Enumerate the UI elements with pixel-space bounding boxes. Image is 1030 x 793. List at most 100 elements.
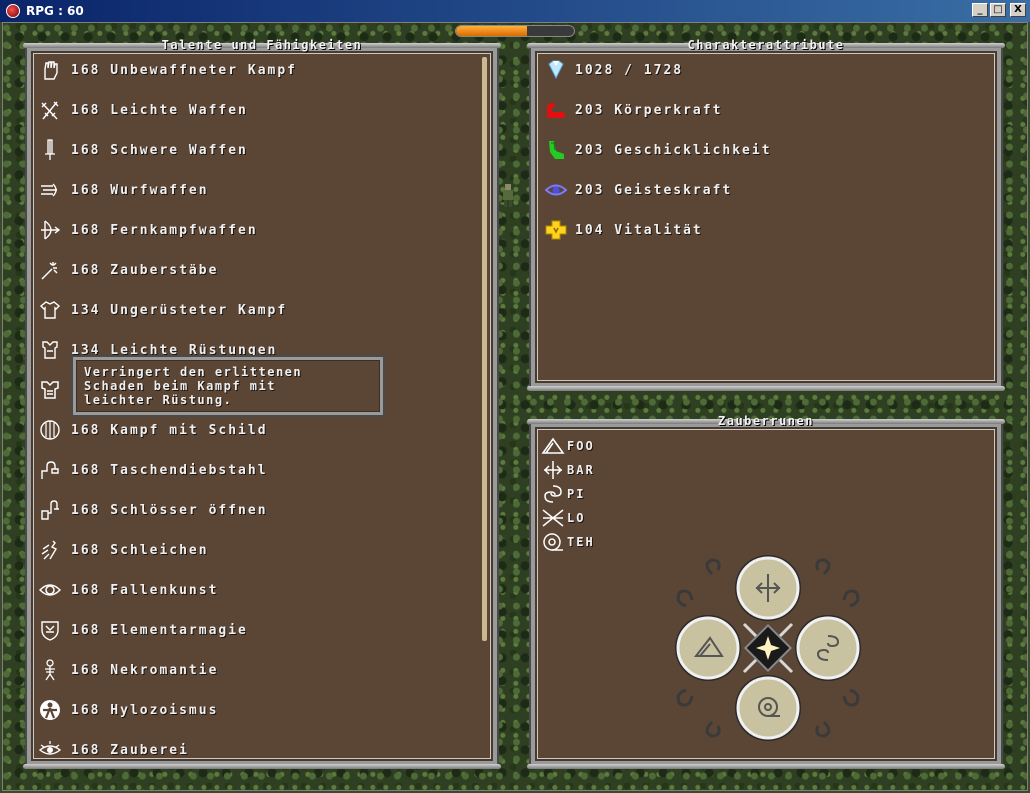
talent-row[interactable]: 168 Taschendiebstahl <box>37 459 268 481</box>
window-controls: _ □ X <box>972 3 1026 17</box>
talent-label: 168 Fallenkunst <box>71 582 219 598</box>
talent-row[interactable]: 168 Schwere Waffen <box>37 139 248 161</box>
attributes-panel: Charakterattribute 1028 / 1728 203 Körpe… <box>527 38 1005 391</box>
shirt-icon <box>37 299 63 321</box>
close-button[interactable]: X <box>1010 3 1026 17</box>
mind-eye-icon <box>545 184 567 196</box>
attribute-row-health[interactable]: 1028 / 1728 <box>545 59 683 81</box>
attribute-label: 203 Geschicklichkeit <box>575 142 772 158</box>
hand-icon <box>37 459 63 481</box>
rune-label: TEH <box>567 535 595 549</box>
talent-row[interactable]: 168 Unbewaffneter Kampf <box>37 59 297 81</box>
rune-row-lo[interactable]: LO <box>541 508 585 528</box>
rune-row-teh[interactable]: TEH <box>541 532 595 552</box>
rune-label: LO <box>567 511 586 525</box>
vitality-cross-icon <box>545 220 567 240</box>
heavy-armor-icon <box>37 379 63 401</box>
talent-row[interactable]: 168 Schlösser öffnen <box>37 499 268 521</box>
talent-row[interactable]: 168 Kampf mit Schild <box>37 419 268 441</box>
talent-label: 168 Zauberei <box>71 742 189 758</box>
rune-label: FOO <box>567 439 595 453</box>
lock-icon <box>37 499 63 521</box>
talent-label: 168 Zauberstäbe <box>71 262 219 278</box>
attribute-row-vitality[interactable]: 104 Vitalität <box>545 219 703 241</box>
attribute-row-mind[interactable]: 203 Geisteskraft <box>545 179 732 201</box>
runes-panel: Zauberrunen FOO BAR PI LO TEH <box>527 414 1005 769</box>
window-title: RPG : 60 <box>26 4 84 18</box>
sorcery-eye-icon <box>37 739 63 761</box>
rune-row-bar[interactable]: BAR <box>541 460 595 480</box>
talents-scrollbar[interactable] <box>482 57 487 641</box>
talent-row[interactable]: 168 Leichte Waffen <box>37 99 248 121</box>
rune-cross-icon <box>542 509 564 527</box>
rune-label: BAR <box>567 463 595 477</box>
tooltip-line: leichter Rüstung. <box>84 393 233 407</box>
rune-circle-icon <box>543 533 563 551</box>
attribute-row-strength[interactable]: 203 Körperkraft <box>545 99 722 121</box>
rune-label: PI <box>567 487 586 501</box>
attribute-label: 104 Vitalität <box>575 222 703 238</box>
talent-label: 134 Leichte Rüstungen <box>71 342 278 358</box>
talent-label: 134 Ungerüsteter Kampf <box>71 302 288 318</box>
talent-label: 168 Fernkampfwaffen <box>71 222 258 238</box>
rune-slot-right[interactable] <box>795 615 861 681</box>
wand-icon <box>37 259 63 281</box>
talent-row[interactable]: 168 Nekromantie <box>37 659 218 681</box>
daggers-icon <box>37 99 63 121</box>
talent-row[interactable]: 168 Fernkampfwaffen <box>37 219 258 241</box>
talent-row[interactable]: 168 Zauberei <box>37 739 189 761</box>
talent-row[interactable]: 168 Elementarmagie <box>37 619 248 641</box>
rune-triangle-icon <box>541 437 565 454</box>
rune-row-pi[interactable]: PI <box>541 484 585 504</box>
rune-wheel-center <box>742 622 794 674</box>
health-bar-fill <box>456 26 527 36</box>
rune-slot-left[interactable] <box>675 615 741 681</box>
talent-row[interactable]: 168 Wurfwaffen <box>37 179 209 201</box>
shield-icon <box>37 419 63 441</box>
talent-row[interactable]: 168 Schleichen <box>37 539 209 561</box>
talent-tooltip: Verringert den erlittenen Schaden beim K… <box>73 357 383 415</box>
strength-arm-icon <box>547 103 565 118</box>
rune-wheel <box>672 552 864 744</box>
attribute-label: 1028 / 1728 <box>575 62 684 78</box>
minimize-button[interactable]: _ <box>972 3 988 17</box>
sword-icon <box>37 139 63 161</box>
talents-panel-title: Talente und Fähigkeiten <box>161 38 363 52</box>
element-shield-icon <box>37 619 63 641</box>
attributes-panel-title: Charakterattribute <box>687 38 845 52</box>
fist-icon <box>37 59 63 81</box>
sneak-icon <box>37 539 63 561</box>
talent-row[interactable]: 168 Zauberstäbe <box>37 259 218 281</box>
eye-trap-icon <box>37 579 63 601</box>
maximize-button[interactable]: □ <box>990 3 1006 17</box>
nature-icon <box>37 699 63 721</box>
dexterity-foot-icon <box>549 141 564 159</box>
talent-label: 168 Wurfwaffen <box>71 182 209 198</box>
rune-slot-top[interactable] <box>735 555 801 621</box>
talent-label: 168 Hylozoismus <box>71 702 219 718</box>
rune-slot-bottom[interactable] <box>735 675 801 741</box>
throwing-star-icon <box>37 179 63 201</box>
rune-spiral-icon <box>544 485 562 503</box>
rune-arrows-icon <box>543 461 563 479</box>
talent-row[interactable]: 168 Hylozoismus <box>37 699 218 721</box>
talent-label: 168 Schwere Waffen <box>71 142 248 158</box>
talent-label: 168 Schlösser öffnen <box>71 502 268 518</box>
attribute-label: 203 Geisteskraft <box>575 182 733 198</box>
skeleton-icon <box>37 659 63 681</box>
app-icon <box>6 4 20 18</box>
light-armor-icon <box>37 339 63 361</box>
tooltip-line: Schaden beim Kampf mit <box>84 379 276 393</box>
talent-row[interactable] <box>37 379 71 401</box>
talent-row[interactable]: 134 Ungerüsteter Kampf <box>37 299 287 321</box>
tooltip-line: Verringert den erlittenen <box>84 365 303 379</box>
talent-row[interactable]: 168 Fallenkunst <box>37 579 218 601</box>
talent-label: 168 Nekromantie <box>71 662 219 678</box>
runes-panel-title: Zauberrunen <box>718 414 814 428</box>
rune-row-foo[interactable]: FOO <box>541 436 595 456</box>
talent-label: 168 Taschendiebstahl <box>71 462 268 478</box>
attribute-row-dexterity[interactable]: 203 Geschicklichkeit <box>545 139 772 161</box>
attribute-label: 203 Körperkraft <box>575 102 723 118</box>
heart-crystal-icon <box>548 60 564 80</box>
talent-label: 168 Schleichen <box>71 542 209 558</box>
